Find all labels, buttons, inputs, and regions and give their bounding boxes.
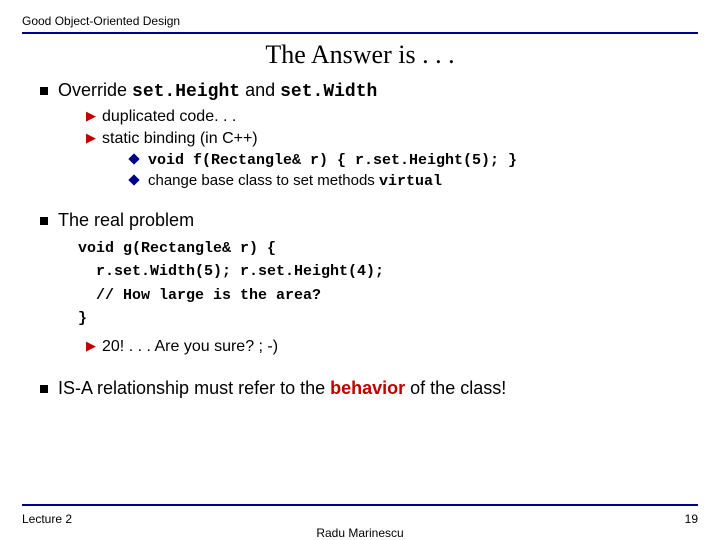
text: static binding (in C++) (102, 130, 258, 147)
section-isa: IS-A relationship must refer to the beha… (40, 378, 698, 399)
arrow-bullet-icon: ▶ (86, 338, 96, 354)
diamond-bullet-icon (128, 174, 139, 185)
slide-footer: Lecture 2 19 Radu Marinescu (22, 504, 698, 526)
text: Override (58, 80, 132, 100)
subsub-bullet: change base class to set methods virtual (130, 172, 698, 190)
square-bullet-icon (40, 87, 48, 95)
code-inline: set.Width (280, 82, 377, 102)
header-divider (22, 32, 698, 34)
sub-bullet: ▶ static binding (in C++) (86, 130, 698, 148)
emphasis-behavior: behavior (330, 378, 405, 398)
square-bullet-icon (40, 217, 48, 225)
arrow-bullet-icon: ▶ (86, 108, 96, 124)
text: change base class to set methods (148, 172, 379, 189)
footer-center: Radu Marinescu (22, 526, 698, 540)
section-real-problem: The real problem (40, 210, 698, 231)
sub-bullet: ▶ 20! . . . Are you sure? ; -) (86, 338, 698, 356)
text: The real problem (58, 210, 194, 230)
arrow-bullet-icon: ▶ (86, 130, 96, 146)
footer-right: 19 (685, 512, 698, 526)
code-block: void g(Rectangle& r) { r.set.Width(5); r… (78, 237, 698, 330)
footer-left: Lecture 2 (22, 512, 72, 526)
course-header: Good Object-Oriented Design (22, 14, 698, 28)
diamond-bullet-icon (128, 153, 139, 164)
code-inline: set.Height (132, 82, 240, 102)
code-inline: void f(Rectangle& r) { r.set.Height(5); … (148, 152, 517, 169)
text: and (240, 80, 280, 100)
code-inline: virtual (379, 173, 442, 190)
text: IS-A relationship must refer to the (58, 378, 330, 398)
section-override: Override set.Height and set.Width (40, 80, 698, 102)
text: duplicated code. . . (102, 108, 236, 125)
text: of the class! (405, 378, 506, 398)
slide-title: The Answer is . . . (22, 40, 698, 70)
subsub-bullet: void f(Rectangle& r) { r.set.Height(5); … (130, 151, 698, 169)
text: 20! . . . Are you sure? ; -) (102, 338, 278, 355)
footer-divider (22, 504, 698, 506)
sub-bullet: ▶ duplicated code. . . (86, 108, 698, 126)
square-bullet-icon (40, 385, 48, 393)
